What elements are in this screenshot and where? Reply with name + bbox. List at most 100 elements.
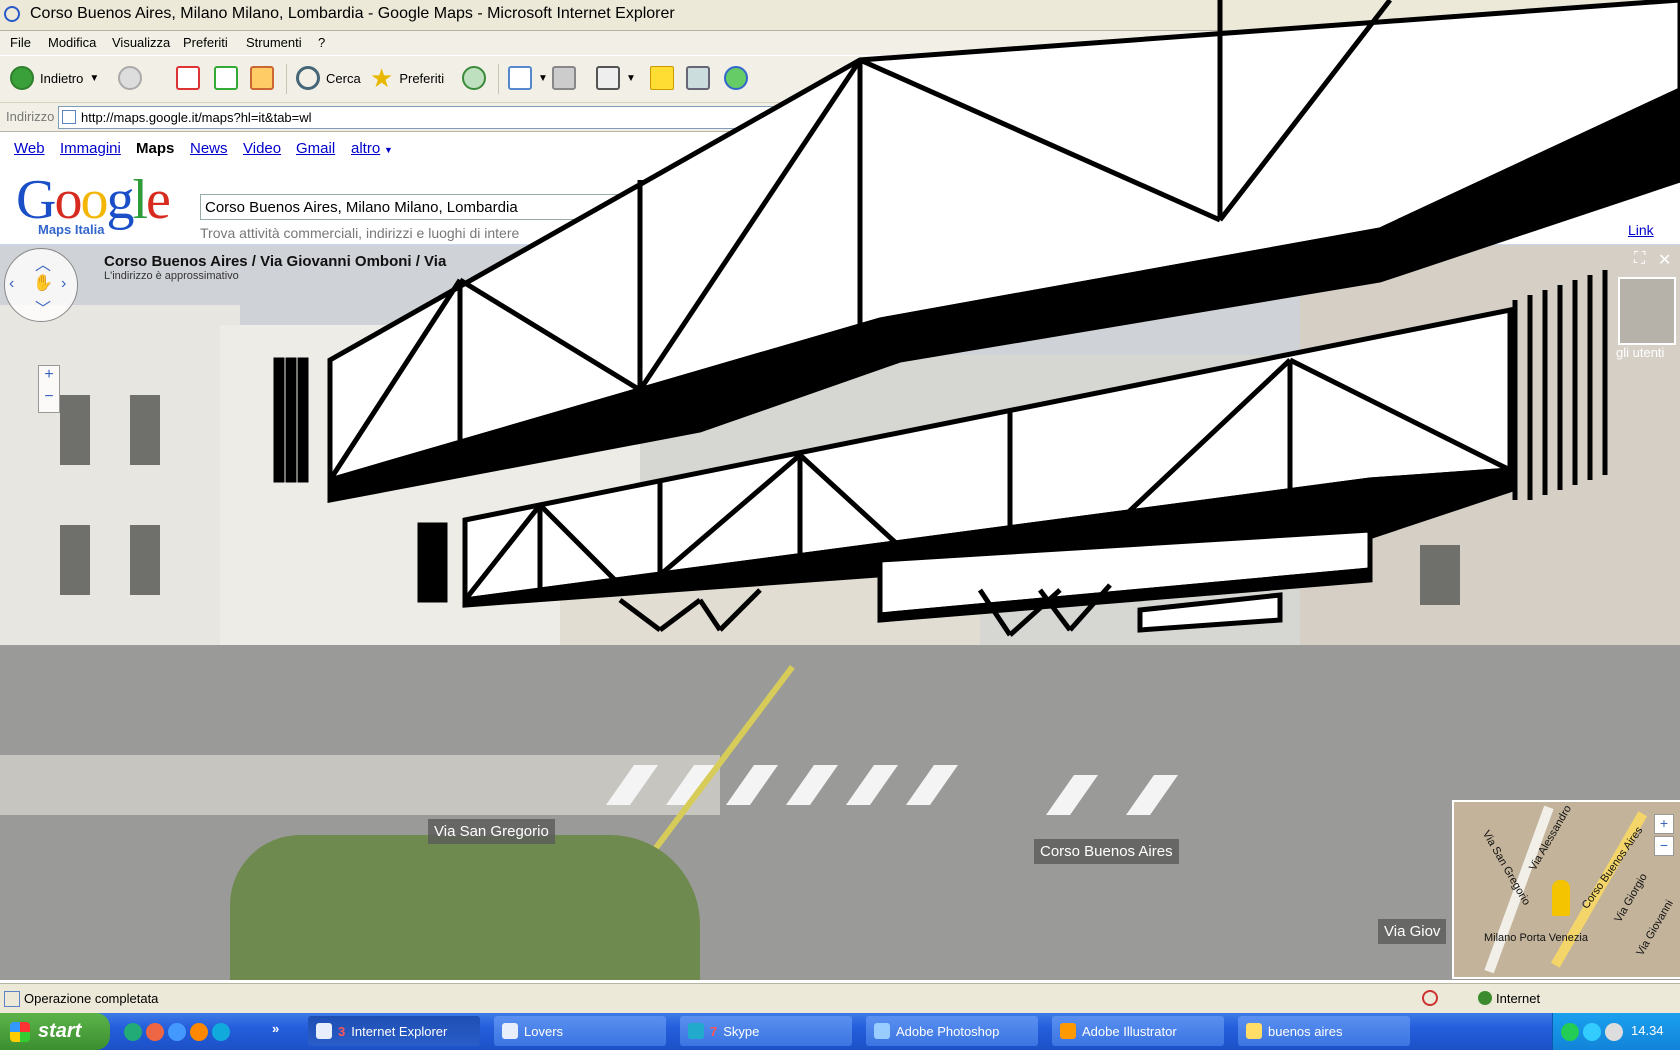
toolbar: Indietro ▼ Cerca ★ Preferiti ▼ ▼ <box>0 56 1680 103</box>
popup-blocked-icon[interactable] <box>1422 990 1438 1006</box>
tray-volume-icon[interactable] <box>1605 1023 1623 1041</box>
user-photo-thumbnail[interactable] <box>1618 277 1676 345</box>
google-header: Google Maps Italia Corso Buenos Aires, M… <box>0 160 1680 245</box>
quicklaunch-icon[interactable] <box>212 1023 230 1041</box>
task-buenos-aires-folder[interactable]: buenos aires <box>1238 1016 1410 1046</box>
mail-icon <box>508 66 532 90</box>
fullscreen-icon[interactable]: ⛶ <box>1634 250 1645 268</box>
task-adobe-illustrator[interactable]: Adobe Illustrator <box>1052 1016 1224 1046</box>
task-lovers[interactable]: Lovers <box>494 1016 666 1046</box>
address-input[interactable]: http://maps.google.it/maps?hl=it&tab=wl <box>58 106 1660 129</box>
hand-icon[interactable]: ✋ <box>33 273 53 293</box>
google-link-immagini[interactable]: Immagini <box>60 140 121 157</box>
windows-logo-icon <box>10 1021 30 1042</box>
tray-skype-icon[interactable] <box>1583 1023 1601 1041</box>
toolbar-separator <box>498 64 499 94</box>
security-zone[interactable]: Internet <box>1496 991 1540 1006</box>
chevron-down-icon[interactable]: ▼ <box>384 145 393 155</box>
folder-icon <box>1246 1023 1262 1039</box>
task-internet-explorer[interactable]: 3 Internet Explorer <box>308 1016 480 1046</box>
link-button[interactable]: Link <box>1628 222 1654 238</box>
more-quicklaunch-icon[interactable]: » <box>272 1021 279 1036</box>
street-label[interactable]: Corso Buenos Aires <box>1034 839 1179 864</box>
google-logo[interactable]: Google <box>16 169 171 231</box>
minimap-label: Via Giovanni <box>1634 898 1676 958</box>
zoom-in-icon[interactable]: + <box>39 366 59 384</box>
chevron-down-icon[interactable]: ▼ <box>626 73 636 84</box>
close-icon[interactable]: ✕ <box>1658 250 1671 270</box>
status-bar: Operazione completata Internet <box>0 983 1680 1013</box>
street-view-panorama[interactable]: Corso Buenos Aires / Via Giovanni Omboni… <box>0 245 1680 980</box>
edit-button[interactable]: ▼ <box>596 64 636 92</box>
pan-up-icon[interactable]: ︿ <box>35 251 51 275</box>
minimap-label: Via Giorgio <box>1612 871 1650 925</box>
firefox-quicklaunch-icon[interactable] <box>190 1023 208 1041</box>
maps-search-input[interactable]: Corso Buenos Aires, Milano Milano, Lomba… <box>200 194 682 220</box>
pan-right-icon[interactable]: › <box>61 275 66 293</box>
user-photos-label[interactable]: gli utenti <box>1616 345 1664 360</box>
minimap-zoom-out-icon[interactable]: − <box>1654 836 1674 856</box>
tray-network-icon[interactable] <box>1561 1023 1579 1041</box>
favorites-button[interactable]: ★ Preferiti <box>370 63 444 93</box>
back-arrow-icon <box>10 66 34 90</box>
ie-quicklaunch-icon[interactable] <box>168 1023 186 1041</box>
illustrator-icon <box>1060 1023 1076 1039</box>
pegman-icon[interactable] <box>1552 880 1570 916</box>
pan-left-icon[interactable]: ‹ <box>9 275 14 293</box>
print-button[interactable] <box>552 64 576 92</box>
google-link-altro[interactable]: altro <box>351 140 380 157</box>
mail-button[interactable]: ▼ <box>508 64 548 92</box>
photoshop-icon <box>874 1023 890 1039</box>
google-nav-bar: Web Immagini Maps News Video Gmail altro… <box>0 132 1680 160</box>
task-label: Skype <box>723 1023 760 1039</box>
street-label[interactable]: Via Giov <box>1378 919 1447 944</box>
task-count: 7 <box>710 1023 718 1039</box>
start-button[interactable]: start <box>0 1013 110 1050</box>
forward-button[interactable] <box>118 64 142 92</box>
refresh-button[interactable] <box>214 64 238 92</box>
chevron-down-icon[interactable]: ▼ <box>538 73 548 84</box>
chrome-quicklaunch-icon[interactable] <box>146 1023 164 1041</box>
history-button[interactable] <box>462 64 486 92</box>
street-label[interactable]: Via San Gregorio <box>428 819 555 844</box>
back-button-label: Indietro <box>40 70 84 86</box>
research-button[interactable] <box>686 64 710 92</box>
logo-letter: g <box>106 169 134 231</box>
google-link-video[interactable]: Video <box>243 140 281 157</box>
minimap-zoom-in-icon[interactable]: + <box>1654 814 1674 834</box>
stop-button[interactable] <box>176 64 200 92</box>
window <box>60 525 90 595</box>
messenger-button[interactable] <box>724 64 748 92</box>
chevron-down-icon[interactable]: ▼ <box>89 73 99 84</box>
search-button[interactable]: Cerca <box>296 64 361 92</box>
pan-control[interactable]: N ︿ ‹ › ﹀ ✋ <box>4 245 78 322</box>
note-icon <box>650 66 674 90</box>
menu-file[interactable]: File <box>10 35 31 50</box>
internet-explorer-icon[interactable] <box>4 6 20 22</box>
address-url[interactable]: http://maps.google.it/maps?hl=it&tab=wl <box>81 110 312 125</box>
minimap[interactable]: Via San Gregorio Via Alessandro Corso Bu… <box>1452 800 1680 979</box>
home-button[interactable] <box>250 64 274 92</box>
sidewalk <box>0 755 720 815</box>
page-status-icon <box>4 991 20 1007</box>
menu-strumenti[interactable]: Strumenti <box>246 35 302 50</box>
maps-search-value[interactable]: Corso Buenos Aires, Milano Milano, Lomba… <box>205 199 518 216</box>
taskbar: start » 3 Internet Explorer Lovers 7 Sky… <box>0 1013 1680 1050</box>
compass-north-label: N <box>38 245 45 248</box>
zoom-out-icon[interactable]: − <box>39 388 59 406</box>
menu-preferiti[interactable]: Preferiti <box>183 35 228 50</box>
desktop-quicklaunch-icon[interactable] <box>124 1023 142 1041</box>
clock[interactable]: 14.34 <box>1631 1023 1664 1038</box>
home-icon <box>250 66 274 90</box>
menu-help[interactable]: ? <box>318 35 325 50</box>
task-skype[interactable]: 7 Skype <box>680 1016 852 1046</box>
google-link-news[interactable]: News <box>190 140 228 157</box>
google-link-web[interactable]: Web <box>14 140 45 157</box>
menu-modifica[interactable]: Modifica <box>48 35 96 50</box>
task-adobe-photoshop[interactable]: Adobe Photoshop <box>866 1016 1038 1046</box>
pan-down-icon[interactable]: ﹀ <box>35 295 51 319</box>
notes-button[interactable] <box>650 64 674 92</box>
google-link-gmail[interactable]: Gmail <box>296 140 335 157</box>
menu-visualizza[interactable]: Visualizza <box>112 35 170 50</box>
back-button[interactable]: Indietro ▼ <box>10 64 99 92</box>
